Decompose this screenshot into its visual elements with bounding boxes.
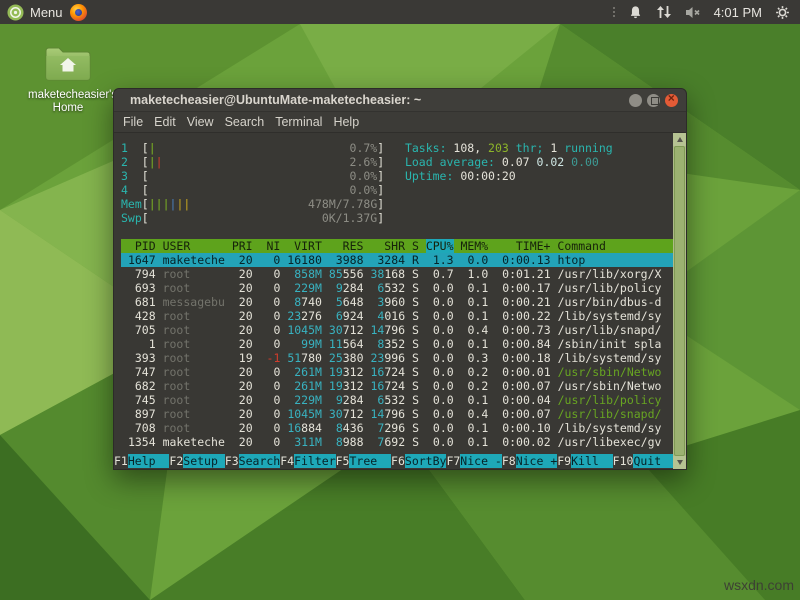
menu-label: Menu xyxy=(30,5,63,20)
fkey-filter[interactable]: F4Filter xyxy=(280,454,335,468)
meter-2: 2 [|| 2.6%] Load average: 0.07 0.02 0.00 xyxy=(121,155,673,169)
terminal-menubar: File Edit View Search Terminal Help xyxy=(114,112,686,133)
column-header-ni[interactable]: NI xyxy=(260,239,281,253)
minimize-button[interactable] xyxy=(629,94,642,107)
column-header-cpu[interactable]: CPU% xyxy=(426,239,454,253)
menu-search[interactable]: Search xyxy=(225,115,274,129)
column-header-virt[interactable]: VIRT xyxy=(287,239,322,253)
htop-function-key-bar: F1Help F2Setup F3SearchF4FilterF5Tree F6… xyxy=(114,454,673,469)
scrollbar-thumb[interactable] xyxy=(674,146,685,456)
home-folder-label: maketecheasier's Home xyxy=(28,89,108,115)
scrollbar-down-icon[interactable] xyxy=(673,456,686,469)
column-header-s[interactable]: S xyxy=(412,239,419,253)
menu-terminal[interactable]: Terminal xyxy=(275,115,331,129)
menu-button[interactable]: Menu xyxy=(7,4,63,21)
meter-4: 4 [ 0.0%] xyxy=(121,183,673,197)
firefox-launcher-icon[interactable] xyxy=(70,4,87,21)
htop-row[interactable]: 681 messagebu 20 0 8740 5648 3960 S 0.0 … xyxy=(121,295,673,309)
htop-row[interactable]: 682 root 20 0 261M 19312 16724 S 0.0 0.2… xyxy=(121,379,673,393)
watermark: wsxdn.com xyxy=(724,577,794,593)
window-titlebar[interactable]: maketecheasier@UbuntuMate-maketecheasier… xyxy=(114,89,686,112)
menu-view[interactable]: View xyxy=(187,115,223,129)
column-header-mem[interactable]: MEM% xyxy=(460,239,488,253)
clock[interactable]: 4:01 PM xyxy=(714,5,762,20)
volume-muted-icon[interactable] xyxy=(685,6,701,19)
shutdown-gear-icon[interactable] xyxy=(775,5,790,20)
column-header-user[interactable]: USER xyxy=(163,239,225,253)
fkey-search[interactable]: F3Search xyxy=(225,454,280,468)
fkey-quit[interactable]: F10Quit xyxy=(613,454,673,468)
terminal-scrollbar[interactable] xyxy=(673,133,686,469)
fkey-help[interactable]: F1Help xyxy=(114,454,169,468)
menu-file[interactable]: File xyxy=(123,115,152,129)
htop-row[interactable]: 1 root 20 0 99M 11564 8352 S 0.0 0.1 0:0… xyxy=(121,337,673,351)
column-header-time[interactable]: TIME+ xyxy=(495,239,550,253)
terminal-window: maketecheasier@UbuntuMate-maketecheasier… xyxy=(113,88,687,470)
fkey-nice[interactable]: F7Nice - xyxy=(446,454,501,468)
fkey-sortby[interactable]: F6SortBy xyxy=(391,454,446,468)
htop-row[interactable]: 794 root 20 0 858M 85556 38168 S 0.7 1.0… xyxy=(121,267,673,281)
close-button[interactable] xyxy=(665,94,678,107)
mate-logo-icon xyxy=(7,4,24,21)
panel-grip-icon xyxy=(613,7,615,17)
htop-row[interactable]: 393 root 19 -1 51780 25380 23996 S 0.0 0… xyxy=(121,351,673,365)
column-header-command[interactable]: Command xyxy=(557,239,605,253)
column-header-pid[interactable]: PID xyxy=(121,239,156,253)
network-updown-icon[interactable] xyxy=(656,5,672,19)
htop-row[interactable]: 745 root 20 0 229M 9284 6532 S 0.0 0.1 0… xyxy=(121,393,673,407)
htop-row[interactable]: 693 root 20 0 229M 9284 6532 S 0.0 0.1 0… xyxy=(121,281,673,295)
menu-edit[interactable]: Edit xyxy=(154,115,185,129)
notifications-bell-icon[interactable] xyxy=(628,5,643,20)
htop-row[interactable]: 747 root 20 0 261M 19312 16724 S 0.0 0.2… xyxy=(121,365,673,379)
desktop: { "colors": { "panel_bg": "#3a3936", "te… xyxy=(0,0,800,600)
home-folder[interactable]: maketecheasier's Home xyxy=(28,42,108,115)
column-header-pri[interactable]: PRI xyxy=(232,239,253,253)
htop-row[interactable]: 708 root 20 0 16884 8436 7296 S 0.0 0.1 … xyxy=(121,421,673,435)
folder-icon xyxy=(42,42,94,84)
top-panel: Menu 4:01 PM xyxy=(0,0,800,24)
meter-1: 1 [| 0.7%] Tasks: 108, 203 thr; 1 runnin… xyxy=(121,141,673,155)
htop-row[interactable]: 428 root 20 0 23276 6924 4016 S 0.0 0.1 … xyxy=(121,309,673,323)
fkey-setup[interactable]: F2Setup xyxy=(169,454,224,468)
maximize-button[interactable] xyxy=(647,94,660,107)
fkey-nice[interactable]: F8Nice + xyxy=(502,454,557,468)
column-header-shr[interactable]: SHR xyxy=(370,239,405,253)
fkey-tree[interactable]: F5Tree xyxy=(336,454,391,468)
terminal-screen[interactable]: 1 [| 0.7%] Tasks: 108, 203 thr; 1 runnin… xyxy=(114,133,686,469)
htop-row[interactable]: 705 root 20 0 1045M 30712 14796 S 0.0 0.… xyxy=(121,323,673,337)
htop-row[interactable]: 1647 maketeche 20 0 16180 3988 3284 R 1.… xyxy=(121,253,673,267)
htop-row[interactable]: 1354 maketeche 20 0 311M 8988 7692 S 0.0… xyxy=(121,435,673,449)
meter-mem: Mem[|||||| 478M/7.78G] xyxy=(121,197,673,211)
meter-3: 3 [ 0.0%] Uptime: 00:00:20 xyxy=(121,169,673,183)
fkey-kill[interactable]: F9Kill xyxy=(557,454,612,468)
menu-help[interactable]: Help xyxy=(333,115,368,129)
scrollbar-up-icon[interactable] xyxy=(673,133,686,146)
window-title: maketecheasier@UbuntuMate-maketecheasier… xyxy=(114,93,421,107)
htop-output: 1 [| 0.7%] Tasks: 108, 203 thr; 1 runnin… xyxy=(114,133,673,469)
htop-row[interactable]: 897 root 20 0 1045M 30712 14796 S 0.0 0.… xyxy=(121,407,673,421)
htop-header-row: PID USER PRI NI VIRT RES SHR S CPU% MEM%… xyxy=(121,239,673,253)
column-header-res[interactable]: RES xyxy=(329,239,364,253)
meter-swp: Swp[ 0K/1.37G] xyxy=(121,211,673,225)
